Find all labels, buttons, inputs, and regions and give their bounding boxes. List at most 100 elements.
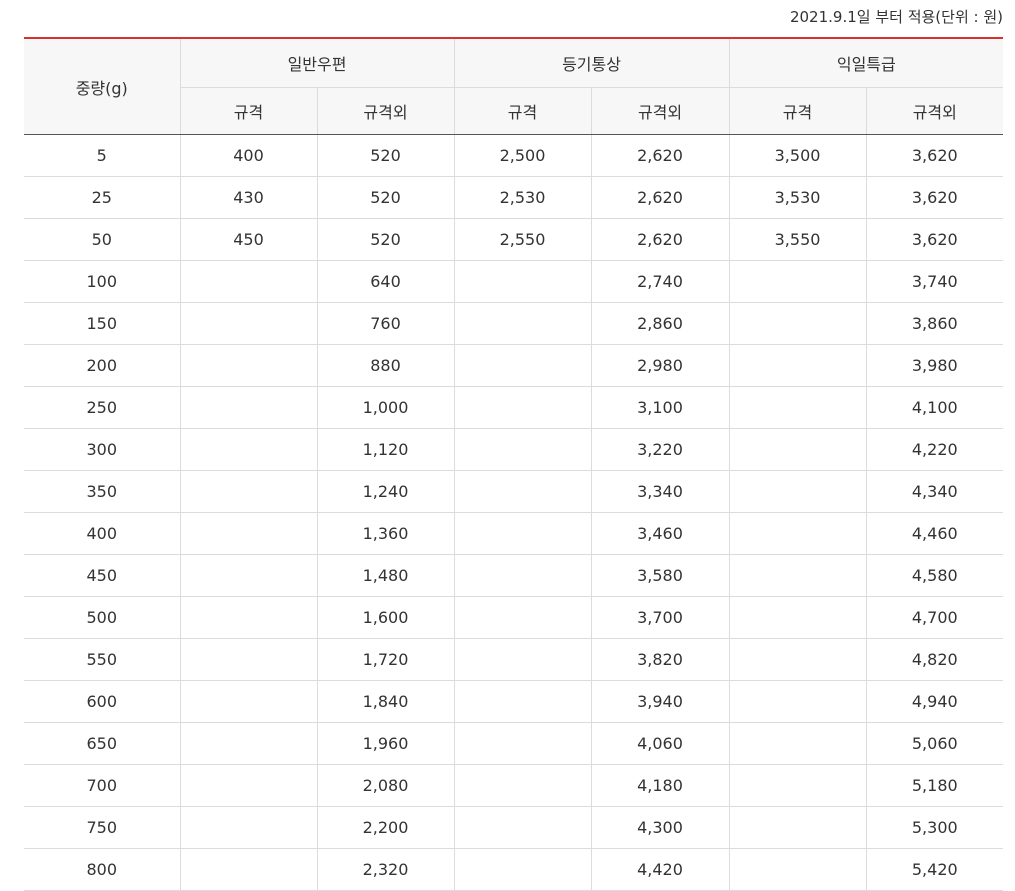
nonstandard-size-header: 규격외 <box>865 87 1004 135</box>
registered-nonstandard-cell: 2,860 <box>590 302 730 345</box>
weight-cell: 600 <box>24 680 180 723</box>
registered-standard-cell <box>453 260 592 303</box>
express-standard-cell <box>728 764 867 807</box>
registered-standard-cell: 2,500 <box>453 134 592 177</box>
weight-cell: 150 <box>24 302 180 345</box>
regular-nonstandard-cell: 1,480 <box>316 554 455 597</box>
regular-nonstandard-cell: 1,960 <box>316 722 455 765</box>
regular-standard-cell <box>179 386 317 429</box>
next-day-express-header: 익일특급 <box>728 37 1004 88</box>
regular-mail-header: 일반우편 <box>179 37 455 88</box>
registered-standard-cell <box>453 386 592 429</box>
nonstandard-size-header: 규격외 <box>316 87 455 135</box>
registered-standard-cell: 2,530 <box>453 176 592 219</box>
express-nonstandard-cell: 5,300 <box>865 806 1004 849</box>
registered-nonstandard-cell: 4,300 <box>590 806 730 849</box>
express-nonstandard-cell: 4,580 <box>865 554 1004 597</box>
express-nonstandard-cell: 5,060 <box>865 722 1004 765</box>
nonstandard-size-header: 규격외 <box>590 87 730 135</box>
express-nonstandard-cell: 4,340 <box>865 470 1004 513</box>
registered-standard-cell <box>453 554 592 597</box>
table-row: 450 1,480 3,580 4,580 <box>24 554 1004 597</box>
regular-standard-cell <box>179 680 317 723</box>
registered-standard-cell <box>453 848 592 891</box>
registered-nonstandard-cell: 2,980 <box>590 344 730 387</box>
regular-standard-cell <box>179 554 317 597</box>
registered-standard-cell <box>453 596 592 639</box>
table-row: 150 760 2,860 3,860 <box>24 302 1004 345</box>
regular-standard-cell <box>179 260 317 303</box>
express-nonstandard-cell: 3,620 <box>865 176 1004 219</box>
express-standard-cell <box>728 302 867 345</box>
registered-nonstandard-cell: 4,180 <box>590 764 730 807</box>
weight-cell: 300 <box>24 428 180 471</box>
table-header: 중량(g) 일반우편 등기통상 익일특급 규격 규격외 규격 규격외 규격 규격… <box>24 37 1004 135</box>
express-nonstandard-cell: 4,460 <box>865 512 1004 555</box>
express-standard-cell: 3,550 <box>728 218 867 261</box>
registered-standard-cell <box>453 512 592 555</box>
express-standard-cell <box>728 722 867 765</box>
weight-cell: 800 <box>24 848 180 891</box>
registered-nonstandard-cell: 4,420 <box>590 848 730 891</box>
table-row: 500 1,600 3,700 4,700 <box>24 596 1004 639</box>
regular-standard-cell: 400 <box>179 134 317 177</box>
table-row: 200 880 2,980 3,980 <box>24 344 1004 387</box>
regular-nonstandard-cell: 1,120 <box>316 428 455 471</box>
standard-size-header: 규격 <box>179 87 317 135</box>
regular-standard-cell <box>179 470 317 513</box>
weight-column-header: 중량(g) <box>24 37 180 135</box>
regular-nonstandard-cell: 520 <box>316 218 455 261</box>
regular-standard-cell <box>179 428 317 471</box>
weight-cell: 350 <box>24 470 180 513</box>
regular-nonstandard-cell: 1,000 <box>316 386 455 429</box>
registered-nonstandard-cell: 2,620 <box>590 134 730 177</box>
regular-nonstandard-cell: 1,840 <box>316 680 455 723</box>
table-row: 50 450 520 2,550 2,620 3,550 3,620 <box>24 218 1004 261</box>
regular-standard-cell <box>179 722 317 765</box>
table-row: 700 2,080 4,180 5,180 <box>24 764 1004 807</box>
regular-nonstandard-cell: 2,200 <box>316 806 455 849</box>
regular-standard-cell: 430 <box>179 176 317 219</box>
express-nonstandard-cell: 5,180 <box>865 764 1004 807</box>
regular-standard-cell: 450 <box>179 218 317 261</box>
table-body: 5 400 520 2,500 2,620 3,500 3,620 25 430 520 2,530… <box>24 134 1004 891</box>
registered-standard-cell <box>453 680 592 723</box>
registered-nonstandard-cell: 3,940 <box>590 680 730 723</box>
express-standard-cell <box>728 848 867 891</box>
standard-size-header: 규격 <box>453 87 592 135</box>
express-standard-cell <box>728 554 867 597</box>
regular-nonstandard-cell: 2,320 <box>316 848 455 891</box>
express-nonstandard-cell: 5,420 <box>865 848 1004 891</box>
express-nonstandard-cell: 4,700 <box>865 596 1004 639</box>
regular-nonstandard-cell: 760 <box>316 302 455 345</box>
registered-nonstandard-cell: 3,220 <box>590 428 730 471</box>
regular-nonstandard-cell: 1,720 <box>316 638 455 681</box>
standard-size-header: 규격 <box>728 87 867 135</box>
registered-standard-cell <box>453 344 592 387</box>
registered-nonstandard-cell: 3,100 <box>590 386 730 429</box>
weight-cell: 5 <box>24 134 180 177</box>
express-standard-cell: 3,530 <box>728 176 867 219</box>
table-row: 650 1,960 4,060 5,060 <box>24 722 1004 765</box>
registered-nonstandard-cell: 2,620 <box>590 218 730 261</box>
weight-cell: 400 <box>24 512 180 555</box>
table-row: 100 640 2,740 3,740 <box>24 260 1004 303</box>
table-row: 750 2,200 4,300 5,300 <box>24 806 1004 849</box>
regular-nonstandard-cell: 520 <box>316 134 455 177</box>
express-nonstandard-cell: 4,220 <box>865 428 1004 471</box>
table-row: 800 2,320 4,420 5,420 <box>24 848 1004 891</box>
regular-nonstandard-cell: 1,240 <box>316 470 455 513</box>
weight-cell: 50 <box>24 218 180 261</box>
regular-nonstandard-cell: 2,080 <box>316 764 455 807</box>
table-row: 400 1,360 3,460 4,460 <box>24 512 1004 555</box>
regular-standard-cell <box>179 512 317 555</box>
regular-nonstandard-cell: 880 <box>316 344 455 387</box>
weight-cell: 100 <box>24 260 180 303</box>
registered-standard-cell <box>453 428 592 471</box>
weight-cell: 650 <box>24 722 180 765</box>
express-standard-cell <box>728 638 867 681</box>
regular-nonstandard-cell: 520 <box>316 176 455 219</box>
express-standard-cell <box>728 596 867 639</box>
table-row: 25 430 520 2,530 2,620 3,530 3,620 <box>24 176 1004 219</box>
express-nonstandard-cell: 4,820 <box>865 638 1004 681</box>
